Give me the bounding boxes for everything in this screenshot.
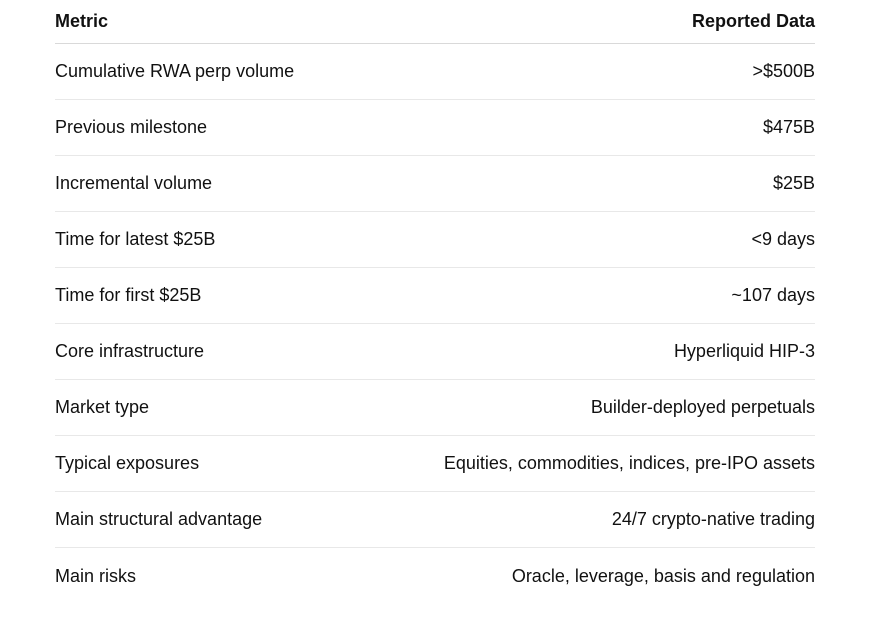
header-metric: Metric [55, 11, 109, 31]
table-row: Time for latest $25B <9 days [55, 212, 815, 268]
table-row: Typical exposures Equities, commodities,… [55, 436, 815, 492]
table-row: Market type Builder-deployed perpetuals [55, 380, 815, 436]
row-metric: Time for latest $25B [55, 229, 216, 249]
row-metric: Previous milestone [55, 117, 208, 137]
table-row: Cumulative RWA perp volume >$500B [55, 44, 815, 100]
row-value: Oracle, leverage, basis and regulation [511, 565, 815, 586]
table-row: Previous milestone $475B [55, 100, 815, 156]
metrics-table: Metric Reported Data Cumulative RWA perp… [55, 0, 815, 604]
table-row: Main structural advantage 24/7 crypto-na… [55, 492, 815, 548]
row-metric: Market type [55, 397, 150, 417]
row-metric: Core infrastructure [55, 341, 205, 361]
row-value: Builder-deployed perpetuals [590, 397, 815, 417]
row-metric: Cumulative RWA perp volume [55, 61, 295, 81]
table-row: Time for first $25B ~107 days [55, 268, 815, 324]
row-value: $475B [762, 117, 815, 137]
row-metric: Main structural advantage [55, 509, 263, 529]
row-metric: Time for first $25B [55, 285, 202, 305]
row-value: 24/7 crypto-native trading [611, 509, 815, 529]
table-row: Main risks Oracle, leverage, basis and r… [55, 548, 815, 604]
row-metric: Typical exposures [55, 453, 200, 473]
row-value: Equities, commodities, indices, pre-IPO … [443, 453, 815, 473]
table-row: Core infrastructure Hyperliquid HIP-3 [55, 324, 815, 380]
table-header: Metric Reported Data [55, 0, 815, 44]
row-metric: Main risks [55, 565, 137, 586]
row-value: <9 days [751, 229, 815, 249]
table-row: Incremental volume $25B [55, 156, 815, 212]
row-value: >$500B [752, 61, 815, 81]
row-value: Hyperliquid HIP-3 [673, 341, 815, 361]
header-reported-data: Reported Data [691, 11, 815, 31]
row-value: $25B [772, 173, 815, 193]
row-metric: Incremental volume [55, 173, 213, 193]
row-value: ~107 days [731, 285, 815, 305]
